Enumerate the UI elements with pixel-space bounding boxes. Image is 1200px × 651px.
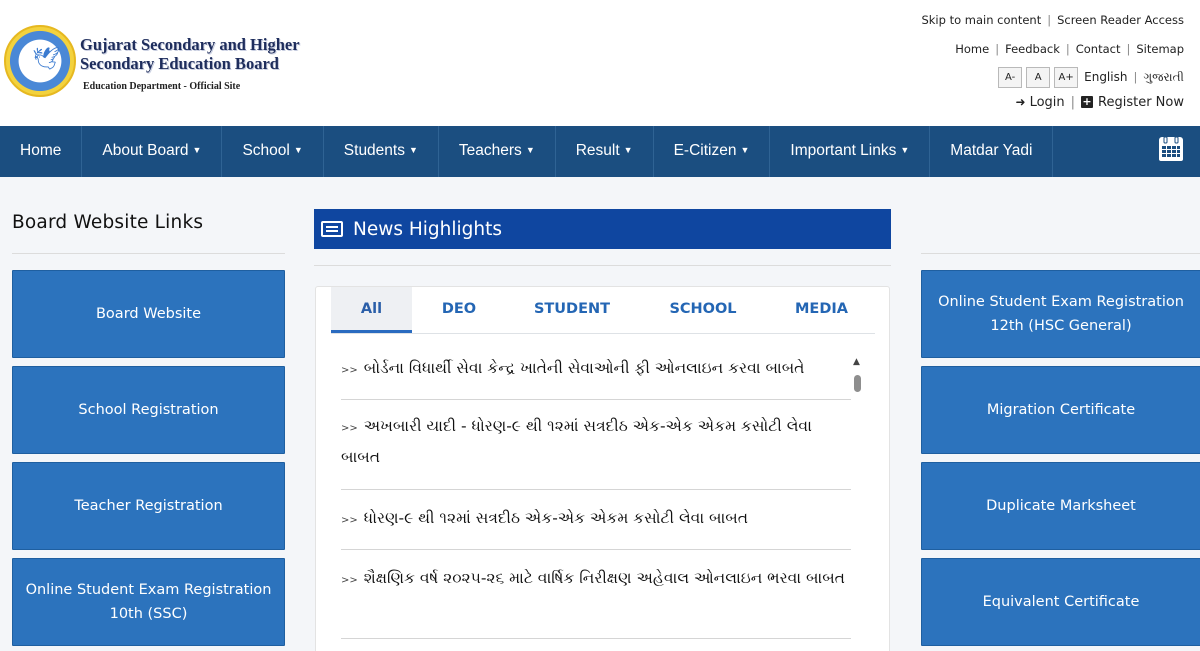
nav-label: Home (20, 142, 62, 159)
divider: | (1065, 42, 1070, 56)
register-link[interactable]: Register Now (1098, 95, 1184, 110)
screen-reader-link[interactable]: Screen Reader Access (1057, 13, 1184, 27)
tab-media[interactable]: MEDIA (768, 287, 875, 333)
nav-item-school[interactable]: School ▼ (222, 126, 324, 177)
calendar-icon[interactable] (1159, 136, 1183, 161)
nav-item-about-board[interactable]: About Board ▼ (82, 126, 223, 177)
news-title: News Highlights (353, 218, 503, 240)
skip-to-content-link[interactable]: Skip to main content (921, 13, 1041, 27)
news-tabs: All DEO STUDENT SCHOOL MEDIA (331, 287, 875, 334)
double-chevron-icon: >> (341, 365, 358, 376)
caret-down-icon: ▼ (740, 145, 750, 156)
main-navigation: Home About Board ▼ School ▼ Students ▼ Teac… (0, 126, 1200, 177)
nav-label: Teachers (458, 142, 522, 159)
font-decrease-button[interactable]: A- (998, 66, 1023, 88)
news-item[interactable]: >> અખબારી યાદી - ધોરણ-૯ થી ૧૨માં સત્રદીઠ … (341, 400, 851, 490)
language-english-link[interactable]: English (1084, 70, 1127, 84)
tile-school-registration[interactable]: School Registration (12, 366, 285, 454)
brand-block[interactable]: Gujarat Secondary and Higher Secondary E… (80, 35, 300, 92)
caret-down-icon: ▼ (293, 145, 303, 156)
caret-down-icon: ▼ (623, 145, 633, 156)
divider (12, 253, 285, 254)
caret-down-icon: ▼ (525, 145, 535, 156)
news-item-text: અખબારી યાદી - ધોરણ-૯ થી ૧૨માં સત્રદીઠ એક… (341, 417, 812, 466)
contact-link[interactable]: Contact (1076, 42, 1121, 56)
tab-school[interactable]: SCHOOL (638, 287, 768, 333)
divider: | (1133, 70, 1138, 84)
nav-label: Important Links (790, 142, 897, 159)
nav-label: E-Citizen (673, 142, 737, 159)
tile-board-website[interactable]: Board Website (12, 270, 285, 358)
tile-exam-registration-ssc[interactable]: Online Student Exam Registration 10th (S… (12, 558, 285, 646)
divider: | (995, 42, 1000, 56)
nav-item-important-links[interactable]: Important Links ▼ (770, 126, 931, 177)
nav-item-teachers[interactable]: Teachers ▼ (439, 126, 556, 177)
divider (921, 253, 1200, 254)
tab-all[interactable]: All (331, 287, 412, 333)
caret-down-icon: ▼ (192, 145, 202, 156)
divider: | (1126, 42, 1131, 56)
news-item-text: ધોરણ-૯ થી ૧૨માં સત્રદીઠ એક-એક એકમ કસોટી … (363, 509, 749, 527)
nav-item-e-citizen[interactable]: E-Citizen ▼ (654, 126, 771, 177)
divider: | (1070, 94, 1076, 110)
tile-duplicate-marksheet[interactable]: Duplicate Marksheet (921, 462, 1200, 550)
double-chevron-icon: >> (341, 575, 358, 586)
news-list: >> બોર્ડના વિધાર્થી સેવા કેન્દ્ર ખાતેની સ… (341, 346, 851, 639)
news-item[interactable]: >> ધોરણ-૯ થી ૧૨માં સત્રદીઠ એક-એક એકમ કસોટ… (341, 490, 851, 550)
plus-square-icon: + (1081, 95, 1094, 108)
board-emblem-icon[interactable]: 🕊 (4, 25, 76, 97)
newspaper-icon (321, 221, 343, 237)
caret-down-icon: ▼ (408, 145, 418, 156)
feedback-link[interactable]: Feedback (1005, 42, 1060, 56)
tab-deo[interactable]: DEO (412, 287, 506, 333)
brand-tagline: Education Department - Official Site (83, 81, 241, 92)
nav-item-home[interactable]: Home (0, 126, 83, 177)
home-link[interactable]: Home (955, 42, 989, 56)
news-item-text: બોર્ડના વિધાર્થી સેવા કેન્દ્ર ખાતેની સેવ… (363, 359, 805, 377)
tile-teacher-registration[interactable]: Teacher Registration (12, 462, 285, 550)
nav-label: About Board (102, 142, 189, 159)
calendar-glyph (1159, 136, 1183, 161)
news-item[interactable]: >> બોર્ડના વિધાર્થી સેવા કેન્દ્ર ખાતેની સ… (341, 346, 851, 400)
login-link[interactable]: Login (1030, 95, 1065, 110)
tile-equivalent-certificate[interactable]: Equivalent Certificate (921, 558, 1200, 646)
font-increase-button[interactable]: A+ (1054, 66, 1079, 88)
news-highlights-header: News Highlights (314, 209, 891, 249)
news-panel: All DEO STUDENT SCHOOL MEDIA >> બોર્ડના વ… (315, 286, 890, 651)
double-chevron-icon: >> (341, 515, 358, 526)
nav-item-result[interactable]: Result ▼ (556, 126, 654, 177)
font-normal-button[interactable]: A (1026, 66, 1051, 88)
language-gujarati-link[interactable]: ગુજરાતી (1143, 70, 1184, 85)
nav-label: Students (343, 142, 405, 159)
nav-item-matdar-yadi[interactable]: Matdar Yadi (930, 126, 1054, 177)
nav-label: School (242, 142, 290, 159)
news-item[interactable]: >> શૈક્ષણિક વર્ષ ૨૦૨૫-૨૬ માટે વાર્ષિક નિર… (341, 550, 851, 639)
dove-icon: 🕊 (32, 47, 60, 72)
brand-line-1: Gujarat Secondary and Higher (80, 35, 300, 54)
brand-line-2: Secondary Education Board (80, 54, 279, 73)
scroll-thumb[interactable] (854, 375, 861, 392)
scroll-up-icon[interactable]: ▲ (853, 357, 860, 367)
tile-migration-certificate[interactable]: Migration Certificate (921, 366, 1200, 454)
double-chevron-icon: >> (341, 423, 358, 434)
caret-down-icon: ▼ (900, 145, 910, 156)
site-header: 🕊 Gujarat Secondary and Higher Secondary… (0, 0, 1200, 126)
tab-student[interactable]: STUDENT (506, 287, 638, 333)
news-scrollbar[interactable]: ▲ (853, 357, 863, 397)
divider: | (1047, 13, 1052, 27)
divider (314, 265, 891, 266)
nav-label: Result (575, 142, 620, 159)
utility-links: Skip to main content | Screen Reader Acc… (921, 13, 1184, 112)
left-section-title: Board Website Links (12, 212, 204, 233)
sitemap-link[interactable]: Sitemap (1136, 42, 1184, 56)
nav-label: Matdar Yadi (950, 142, 1033, 159)
sign-in-icon: ➜ (1015, 95, 1026, 109)
tile-exam-registration-hsc[interactable]: Online Student Exam Registration 12th (H… (921, 270, 1200, 358)
news-item-text: શૈક્ષણિક વર્ષ ૨૦૨૫-૨૬ માટે વાર્ષિક નિરીક… (363, 569, 845, 587)
nav-item-students[interactable]: Students ▼ (324, 126, 439, 177)
